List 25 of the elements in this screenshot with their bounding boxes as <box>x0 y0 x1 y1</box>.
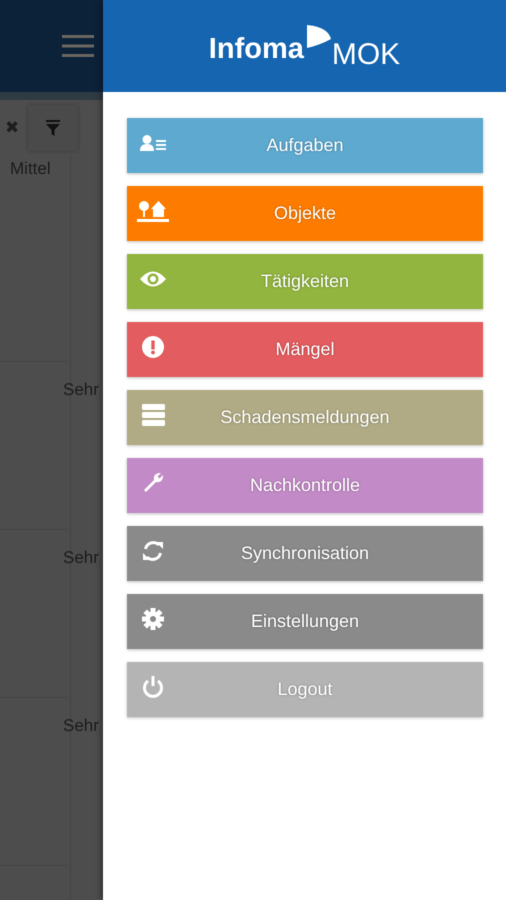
flag-icon <box>306 24 332 50</box>
menu-item[interactable]: Logout <box>127 662 483 717</box>
exclamation-icon <box>142 336 164 358</box>
menu-icon[interactable] <box>62 33 94 59</box>
menu-item[interactable]: Objekte <box>127 186 483 241</box>
menu-item[interactable]: Mängel <box>127 322 483 377</box>
filter-button[interactable] <box>28 104 78 150</box>
sync-icon <box>142 540 164 562</box>
menu-item[interactable]: Aufgaben <box>127 118 483 173</box>
filter-icon <box>46 120 60 136</box>
menu-item[interactable]: Einstellungen <box>127 594 483 649</box>
logo-product: MOK <box>332 40 400 70</box>
settings-icon <box>142 608 164 630</box>
server-icon <box>142 404 164 426</box>
wrench-icon <box>142 472 164 494</box>
user-list-icon <box>140 134 166 150</box>
menu-item[interactable]: Schadensmeldungen <box>127 390 483 445</box>
logo-brand: Infoma <box>208 34 304 64</box>
tree-house-icon <box>137 200 169 222</box>
eye-icon <box>140 270 166 288</box>
menu-item[interactable]: Nachkontrolle <box>127 458 483 513</box>
power-icon <box>142 676 164 698</box>
menu-item[interactable]: Synchronisation <box>127 526 483 581</box>
clear-icon[interactable]: ✖ <box>5 118 20 138</box>
menu-item[interactable]: Tätigkeiten <box>127 254 483 309</box>
